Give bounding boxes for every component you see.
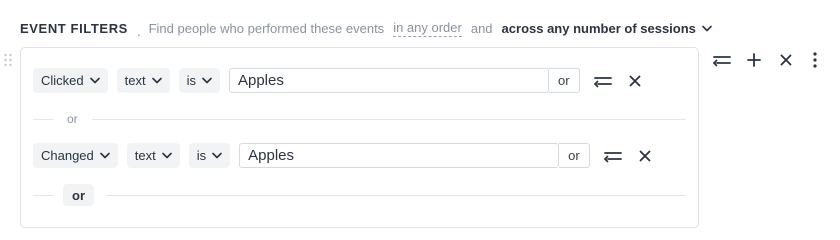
event-dropdown-label: Changed	[41, 148, 94, 163]
attribute-dropdown[interactable]: text	[116, 68, 170, 93]
filter-lines-icon	[593, 76, 612, 88]
chevron-down-icon	[151, 77, 162, 84]
more-options-button[interactable]	[809, 49, 821, 71]
plus-icon	[747, 53, 761, 67]
close-icon	[780, 54, 792, 66]
chevron-down-icon	[99, 152, 110, 159]
value-input[interactable]: Apples	[228, 68, 549, 93]
event-dropdown[interactable]: Changed	[33, 143, 118, 168]
chevron-down-icon	[202, 77, 212, 84]
separator-line	[106, 194, 686, 196]
filter-row-action-button[interactable]	[592, 70, 614, 92]
add-or-value-button[interactable]: or	[559, 143, 590, 168]
add-filter-button[interactable]	[743, 49, 765, 71]
group-actions	[711, 49, 821, 71]
sessions-dropdown[interactable]: across any number of sessions	[502, 21, 712, 36]
or-separator-label: or	[67, 112, 78, 126]
remove-group-button[interactable]	[775, 49, 797, 71]
event-filter-group: Clicked text is Apples or or Changed tex…	[20, 47, 699, 228]
operator-dropdown[interactable]: is	[188, 143, 231, 168]
value-input[interactable]: Apples	[239, 143, 560, 168]
filter-lines-icon	[603, 151, 622, 163]
filter-row-action-button[interactable]	[602, 145, 624, 167]
separator-line	[33, 194, 53, 196]
chevron-down-icon	[89, 77, 100, 84]
close-icon	[639, 150, 651, 161]
remove-filter-button[interactable]	[624, 70, 646, 92]
attribute-dropdown-label: text	[134, 148, 156, 163]
chevron-down-icon	[212, 152, 222, 159]
header-separator-dot: .	[136, 23, 141, 39]
header-description: Find people who performed these events	[148, 20, 385, 36]
section-title: EVENT FILTERS	[20, 20, 128, 36]
event-dropdown[interactable]: Clicked	[33, 68, 108, 93]
close-icon	[629, 75, 640, 86]
order-dropdown[interactable]: in any order	[393, 20, 462, 37]
filter-lines-icon	[713, 56, 731, 67]
operator-dropdown-label: is	[186, 73, 196, 88]
operator-dropdown-label: is	[196, 148, 207, 163]
event-filters-header: EVENT FILTERS . Find people who performe…	[20, 18, 712, 39]
chevron-down-icon	[161, 152, 172, 159]
event-dropdown-label: Clicked	[41, 73, 84, 88]
group-filter-action-button[interactable]	[711, 49, 733, 71]
filter-row: Changed text is Apples or	[33, 143, 656, 168]
attribute-dropdown[interactable]: text	[126, 143, 180, 168]
operator-dropdown[interactable]: is	[178, 68, 220, 93]
separator-line	[91, 118, 686, 120]
header-and-text: and	[470, 20, 493, 36]
filter-row: Clicked text is Apples or	[33, 68, 646, 93]
add-or-row: or	[33, 184, 686, 206]
attribute-dropdown-label: text	[124, 73, 146, 88]
remove-filter-button[interactable]	[634, 145, 656, 167]
or-separator: or	[33, 111, 686, 127]
add-or-value-button[interactable]: or	[548, 68, 580, 93]
separator-line	[33, 118, 53, 120]
sessions-dropdown-label: across any number of sessions	[501, 20, 696, 36]
add-or-group-button[interactable]: or	[63, 184, 94, 206]
drag-handle-icon[interactable]	[3, 52, 13, 68]
vertical-dots-icon	[813, 52, 817, 68]
chevron-down-icon	[702, 25, 712, 31]
